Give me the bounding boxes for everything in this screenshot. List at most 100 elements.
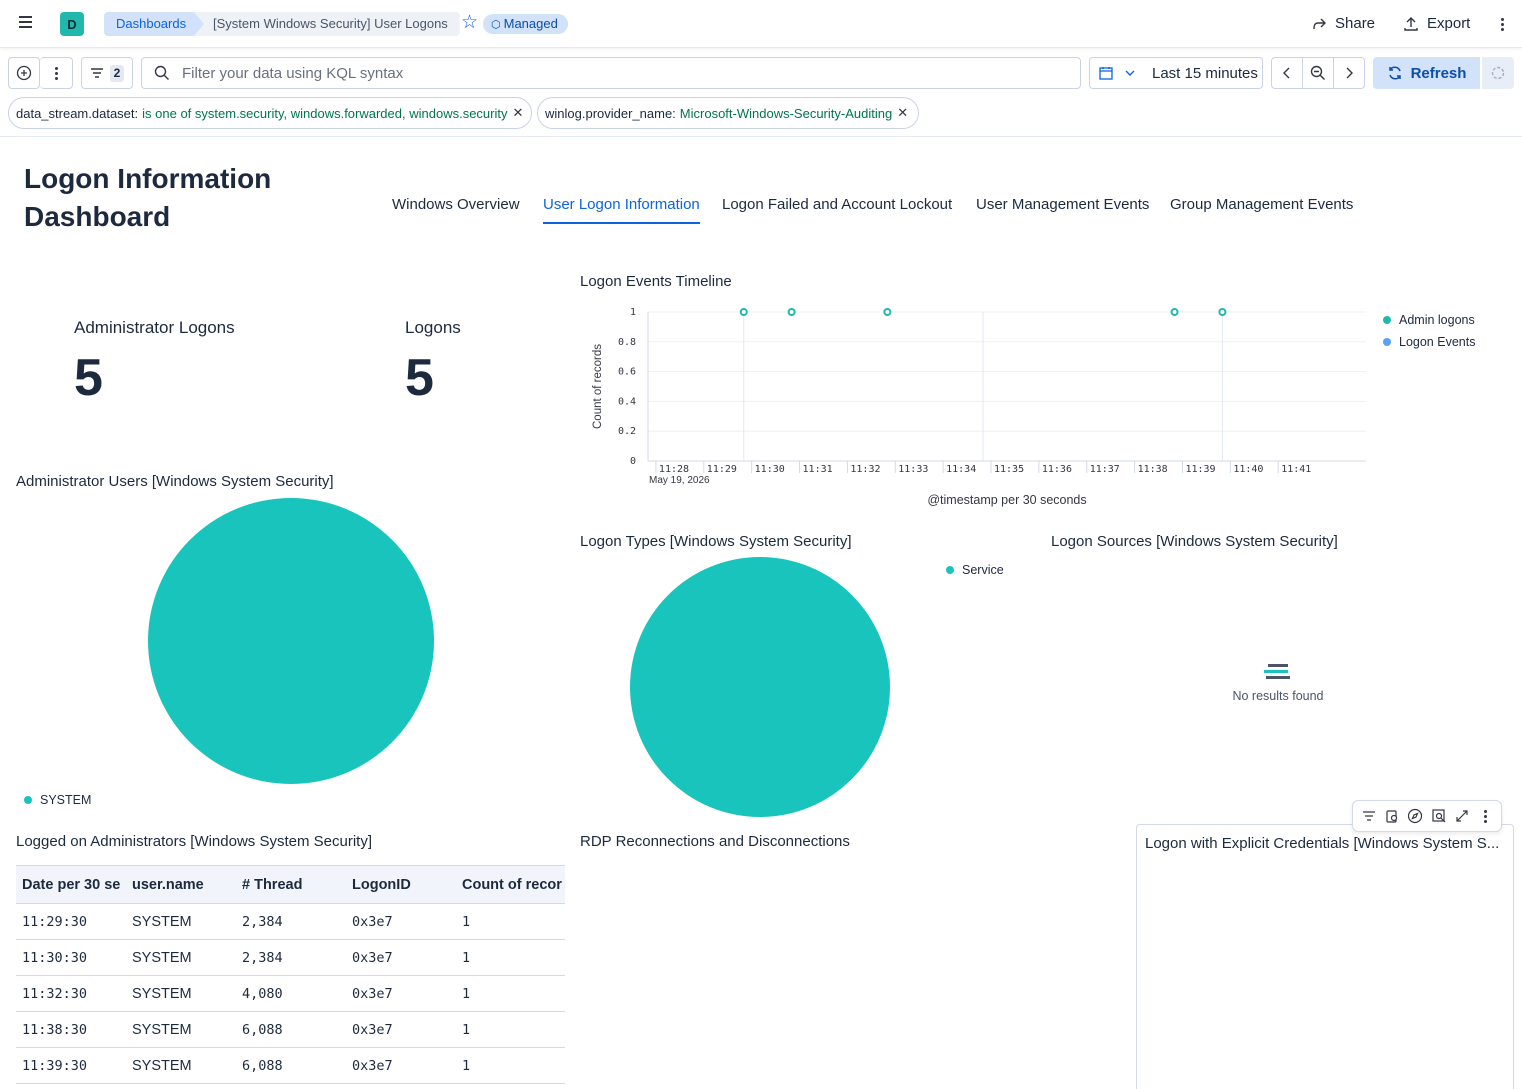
previous-time-button[interactable] [1271, 57, 1303, 89]
maximize-icon[interactable] [1453, 807, 1471, 825]
table-cell: 2,384 [236, 903, 346, 940]
filter-pill-provider[interactable]: winlog.provider_name: Microsoft-Windows-… [537, 97, 919, 129]
tab-windows-overview[interactable]: Windows Overview [392, 196, 520, 224]
tab-user-management[interactable]: User Management Events [976, 196, 1149, 224]
tab-user-logon-information[interactable]: User Logon Information [543, 196, 700, 224]
table-cell: SYSTEM [126, 939, 236, 976]
table-cell: 11:29:30 [16, 903, 126, 940]
filter-menu-button[interactable]: 2 [81, 57, 133, 89]
table-cell: 11:32:30 [16, 975, 126, 1012]
tab-group-management[interactable]: Group Management Events [1170, 196, 1353, 224]
legend-label: SYSTEM [40, 793, 92, 807]
panel-hover-toolbar [1352, 800, 1502, 832]
more-options-icon[interactable] [1499, 14, 1505, 34]
inspect-icon[interactable] [1383, 807, 1401, 825]
logon-types-title: Logon Types [Windows System Security] [580, 533, 852, 550]
empty-chart-icon [1218, 664, 1338, 679]
table-row: 11:30:30 SYSTEM 2,384 0x3e7 1 [16, 939, 565, 976]
table-row: 11:38:30 SYSTEM 6,088 0x3e7 1 [16, 1011, 565, 1048]
data-point [739, 308, 748, 316]
panel-options-icon[interactable] [1476, 807, 1494, 825]
x-tick-label: 11:36 [1042, 464, 1072, 475]
legend-label: Service [962, 563, 1004, 577]
table-cell: 0x3e7 [346, 975, 456, 1012]
column-header[interactable]: LogonID [346, 865, 456, 904]
legend-item-admin-logons[interactable]: Admin logons [1383, 309, 1475, 331]
legend-item-logon-events[interactable]: Logon Events [1383, 331, 1475, 353]
legend-dot [24, 796, 32, 804]
column-header[interactable]: Date per 30 se [16, 865, 126, 904]
x-tick-label: 11:39 [1185, 464, 1215, 475]
managed-badge[interactable]: ⬡ Managed [483, 14, 568, 34]
managed-icon: ⬡ [491, 19, 501, 31]
x-tick-label: 11:40 [1233, 464, 1263, 475]
upload-icon [1404, 17, 1418, 31]
column-header[interactable]: user.name [126, 865, 236, 904]
explicit-credentials-panel[interactable]: Logon with Explicit Credentials [Windows… [1136, 824, 1514, 1089]
filter-value: Microsoft-Windows-Security-Auditing [679, 105, 893, 121]
table-row: 11:39:30 SYSTEM 6,088 0x3e7 1 [16, 1047, 565, 1084]
table-cell: 11:39:30 [16, 1047, 126, 1084]
logon-sources-title: Logon Sources [Windows System Security] [1051, 533, 1338, 550]
data-point [1170, 308, 1179, 316]
zoom-out-icon [1310, 65, 1325, 80]
favorite-star-icon[interactable]: ☆ [461, 13, 481, 33]
column-header[interactable]: # Thread [236, 865, 346, 904]
divider [0, 136, 1522, 137]
filter-count-badge: 2 [109, 64, 125, 82]
auto-refresh-button[interactable] [1482, 57, 1514, 89]
menu-icon[interactable] [19, 16, 37, 32]
legend-item-system[interactable]: SYSTEM [24, 789, 91, 811]
logged-admins-title: Logged on Administrators [Windows System… [16, 833, 372, 850]
plus-circle-icon [16, 65, 32, 81]
table-cell: 4,080 [236, 975, 346, 1012]
next-time-button[interactable] [1333, 57, 1365, 89]
y-tick-label: 0 [630, 456, 636, 467]
table-cell: 1 [456, 1047, 565, 1084]
breadcrumb-dashboards[interactable]: Dashboards [104, 12, 208, 36]
legend-item-service[interactable]: Service [946, 559, 1004, 581]
table-cell: 0x3e7 [346, 1011, 456, 1048]
filter-pill-dataset[interactable]: data_stream.dataset: is one of system.se… [8, 97, 532, 129]
logon-types-pie[interactable] [628, 555, 892, 819]
explore-icon[interactable] [1406, 807, 1424, 825]
space-avatar[interactable]: D [60, 12, 84, 36]
refresh-label: Refresh [1410, 64, 1467, 82]
share-button[interactable]: Share [1311, 14, 1375, 34]
filter-value: is one of system.security, windows.forwa… [142, 105, 508, 121]
query-options-button[interactable] [40, 57, 73, 89]
x-tick-label: 11:38 [1138, 464, 1168, 475]
column-header[interactable]: Count of recor [456, 865, 565, 904]
x-tick-label: 11:41 [1281, 464, 1311, 475]
close-icon[interactable]: ✕ [897, 105, 908, 121]
timeline-legend: Admin logons Logon Events [1383, 309, 1475, 353]
y-tick-label: 0.2 [618, 426, 636, 437]
filter-icon[interactable] [1360, 807, 1378, 825]
table-cell: 1 [456, 1011, 565, 1048]
no-results: No results found [1218, 664, 1338, 703]
timeline-chart[interactable]: 0 0.2 0.4 0.6 0.8 1 11:28 11:29 11:30 11:31 11:32 1… [580, 298, 1380, 513]
admin-users-pie[interactable] [146, 496, 436, 786]
y-tick-label: 0.4 [618, 396, 636, 407]
y-axis-label: Count of records [592, 344, 604, 429]
export-button[interactable]: Export [1403, 14, 1470, 34]
table-cell: 1 [456, 975, 565, 1012]
logon-types-legend: Service [946, 559, 1004, 581]
add-panel-button[interactable] [8, 57, 40, 89]
x-tick-label: 11:35 [994, 464, 1024, 475]
pie-slice [148, 498, 434, 784]
x-tick-label: 11:29 [707, 464, 737, 475]
view-details-icon[interactable] [1430, 807, 1448, 825]
metric-logons-label: Logons [405, 318, 461, 337]
tab-logon-failed[interactable]: Logon Failed and Account Lockout [722, 196, 952, 224]
admin-users-title: Administrator Users [Windows System Secu… [16, 473, 334, 490]
kql-placeholder: Filter your data using KQL syntax [182, 64, 404, 82]
kql-search-input[interactable]: Filter your data using KQL syntax [141, 57, 1081, 89]
zoom-out-button[interactable] [1302, 57, 1334, 89]
table-cell: 2,384 [236, 939, 346, 976]
close-icon[interactable]: ✕ [512, 105, 523, 121]
refresh-button[interactable]: Refresh [1373, 57, 1480, 89]
page-title: Logon Information Dashboard [24, 163, 272, 232]
date-picker-button[interactable]: Last 15 minutes [1089, 57, 1263, 89]
table-cell: 1 [456, 939, 565, 976]
